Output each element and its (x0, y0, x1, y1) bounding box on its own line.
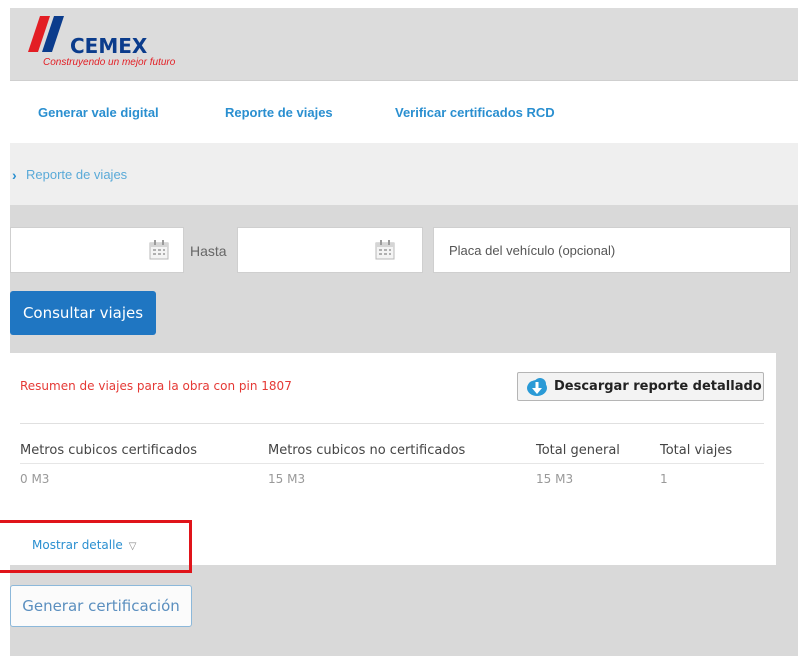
download-report-button[interactable]: Descargar reporte detallado (517, 372, 764, 401)
cell-no-certificados: 15 M3 (268, 472, 306, 486)
date-to-input[interactable] (237, 227, 423, 273)
breadcrumb: › Reporte de viajes (10, 143, 798, 205)
nav-verificar-certificados-rcd[interactable]: Verificar certificados RCD (395, 105, 555, 120)
date-from-input[interactable] (10, 227, 184, 273)
calendar-icon[interactable] (374, 239, 396, 261)
cell-total-general: 15 M3 (536, 472, 574, 486)
divider (20, 423, 764, 424)
cell-certificados: 0 M3 (20, 472, 50, 486)
breadcrumb-current[interactable]: Reporte de viajes (26, 167, 127, 182)
cell-total-viajes: 1 (660, 472, 668, 486)
vehicle-plate-input[interactable]: Placa del vehículo (opcional) (433, 227, 791, 273)
col-header-certificados: Metros cubicos certificados (20, 443, 197, 458)
cemex-logo[interactable]: CEMEX Construyendo un mejor futuro (26, 14, 226, 72)
col-header-total-viajes: Total viajes (660, 443, 733, 458)
brand-tagline: Construyendo un mejor futuro (43, 57, 176, 68)
cloud-download-icon (527, 378, 547, 396)
generar-certificacion-button[interactable]: Generar certificación (10, 585, 192, 627)
brand-name: CEMEX (70, 34, 148, 58)
consultar-viajes-button[interactable]: Consultar viajes (10, 291, 156, 335)
download-report-label: Descargar reporte detallado (554, 379, 762, 394)
nav-reporte-de-viajes[interactable]: Reporte de viajes (225, 105, 333, 120)
chevron-right-icon: › (12, 167, 17, 183)
summary-title: Resumen de viajes para la obra con pin 1… (20, 379, 292, 393)
hasta-label: Hasta (190, 243, 227, 259)
main-content: Hasta Placa del vehículo (opcional) Cons… (10, 205, 798, 656)
divider (20, 463, 764, 464)
calendar-icon[interactable] (148, 239, 170, 261)
col-header-total-general: Total general (536, 443, 620, 458)
nav-generar-vale-digital[interactable]: Generar vale digital (38, 105, 159, 120)
header: CEMEX Construyendo un mejor futuro (10, 8, 798, 81)
highlight-box (0, 520, 192, 573)
main-nav: Generar vale digital Reporte de viajes V… (10, 81, 798, 143)
cemex-logo-mark-icon (28, 16, 64, 52)
col-header-no-certificados: Metros cubicos no certificados (268, 443, 466, 458)
